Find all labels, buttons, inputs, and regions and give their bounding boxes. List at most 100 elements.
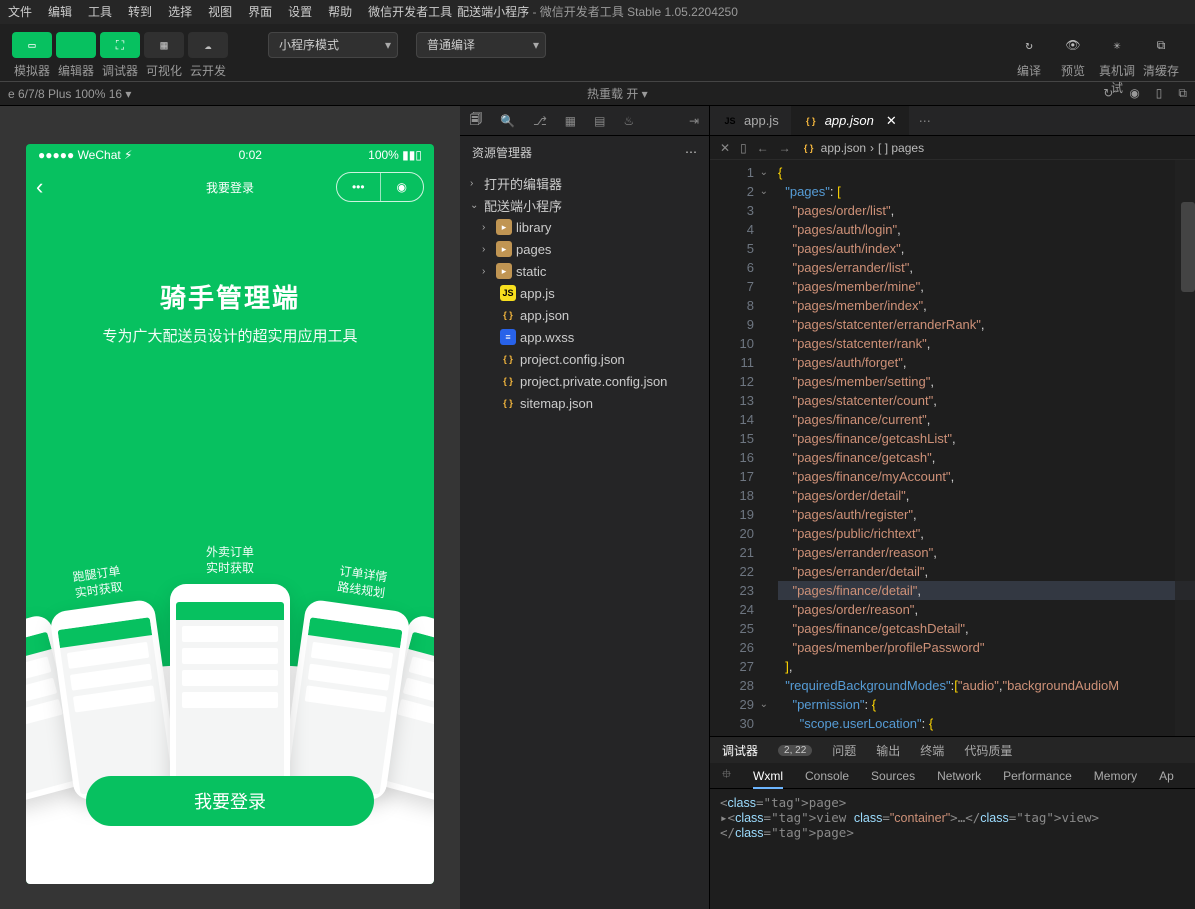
console-tab[interactable]: 问题: [832, 742, 856, 759]
tool-label: 编译: [1009, 62, 1049, 96]
tool-编译[interactable]: ↻: [1009, 32, 1049, 58]
scrollbar[interactable]: [1181, 202, 1195, 292]
more-icon[interactable]: ⋯: [685, 145, 697, 159]
tree-item[interactable]: { }app.json: [460, 304, 709, 326]
tool-清缓存[interactable]: ⧉: [1141, 32, 1181, 58]
devtool-tab[interactable]: Memory: [1094, 769, 1137, 783]
code-area[interactable]: 1⌄2⌄345678910111213141516171819202122232…: [710, 160, 1195, 736]
editor-panel: JSapp.js{ }app.json✕ ⋯ ✕ ▯ ← → { } app.js…: [710, 106, 1195, 909]
debug-icon[interactable]: ▤: [594, 114, 605, 128]
console-tab[interactable]: 输出: [876, 742, 900, 759]
login-button[interactable]: 我要登录: [86, 776, 374, 826]
menu-item[interactable]: 设置: [280, 0, 320, 24]
compile-dropdown[interactable]: 普通编译: [416, 32, 546, 58]
devtool-tab[interactable]: Wxml: [753, 763, 783, 789]
explorer-icon[interactable]: 🗐: [470, 110, 482, 131]
tree-item[interactable]: ›▸pages: [460, 238, 709, 260]
menu-item[interactable]: 文件: [0, 0, 40, 24]
inspect-icon[interactable]: ⯐: [722, 765, 731, 786]
tree-root[interactable]: ⌄配送端小程序: [460, 194, 709, 216]
tree-item[interactable]: ›▸static: [460, 260, 709, 282]
tool-真机调试[interactable]: ✳: [1097, 32, 1137, 58]
tree-item[interactable]: ›▸library: [460, 216, 709, 238]
bookmark-icon[interactable]: ▯: [740, 141, 747, 155]
app-version: - 微信开发者工具 Stable 1.05.2204250: [529, 5, 738, 19]
tab-menu-icon[interactable]: ⋯: [919, 114, 931, 128]
menu-item[interactable]: 微信开发者工具: [360, 0, 460, 24]
menu-item[interactable]: 选择: [160, 0, 200, 24]
editor-tab[interactable]: JSapp.js: [710, 106, 791, 135]
target-icon[interactable]: ◉: [381, 173, 424, 201]
close-panel-icon[interactable]: ✕: [720, 141, 730, 155]
menu-item[interactable]: 编辑: [40, 0, 80, 24]
hero-subtitle: 专为广大配送员设计的超实用应用工具: [26, 325, 434, 346]
app-name: 配送端小程序: [457, 5, 529, 19]
toolbar-left: ▭⛶▦☁ 模拟器编辑器调试器可视化云开发: [12, 32, 228, 79]
console-tab[interactable]: 代码质量: [964, 742, 1012, 759]
tree-item[interactable]: { }project.config.json: [460, 348, 709, 370]
devtool-tab[interactable]: Sources: [871, 769, 915, 783]
root-label: 配送端小程序: [484, 196, 562, 215]
tool-调试器[interactable]: ⛶: [100, 32, 140, 58]
tool-可视化[interactable]: ▦: [144, 32, 184, 58]
close-icon[interactable]: ✕: [886, 113, 897, 129]
tool-label: 云开发: [188, 62, 228, 79]
tool-label: 编辑器: [56, 62, 96, 79]
menu-item[interactable]: 转到: [120, 0, 160, 24]
tree-section[interactable]: ›打开的编辑器: [460, 172, 709, 194]
simulator: ●●●●● WeChat ⚡ 0:02 100% ▮▮▯ ‹ 我要登录 ••• …: [0, 106, 460, 909]
tree-item[interactable]: { }project.private.config.json: [460, 370, 709, 392]
back-icon[interactable]: ‹: [36, 174, 43, 200]
mock-label: 外卖订单实时获取: [170, 544, 290, 576]
nav-back-icon[interactable]: ←: [757, 141, 769, 155]
search-icon[interactable]: 🔍: [500, 114, 515, 128]
mockups: 快速提现账目清晰 跑腿订单实时获取 外卖订单实时获取 订单详情路线规划 个人中心…: [26, 380, 434, 884]
crumb-path[interactable]: [ ] pages: [878, 141, 924, 155]
menu-item[interactable]: 界面: [240, 0, 280, 24]
refresh-icon[interactable]: ↻: [1103, 86, 1113, 101]
wxml-output[interactable]: <class="tag">page>▸<class="tag">view cla…: [710, 789, 1195, 909]
multi-window-icon[interactable]: ⧉: [1178, 86, 1187, 101]
crumb-file[interactable]: app.json: [821, 141, 866, 155]
file-tree: ›打开的编辑器 ⌄配送端小程序 ›▸library›▸pages›▸static…: [460, 168, 709, 418]
record-icon[interactable]: ◉: [1129, 86, 1139, 101]
explorer-title: 资源管理器 ⋯: [460, 136, 709, 168]
device-selector[interactable]: e 6/7/8 Plus 100% 16 ▾: [8, 87, 131, 101]
console-tab[interactable]: 调试器: [722, 742, 758, 759]
devtool-tab[interactable]: Network: [937, 769, 981, 783]
devtool-tab[interactable]: Performance: [1003, 769, 1072, 783]
tool-云开发[interactable]: ☁: [188, 32, 228, 58]
nav-title: 我要登录: [206, 179, 254, 196]
explorer-label: 资源管理器: [472, 144, 532, 161]
nav-fwd-icon[interactable]: →: [779, 141, 791, 155]
fire-icon[interactable]: ♨: [623, 114, 634, 128]
tree-item[interactable]: JSapp.js: [460, 282, 709, 304]
tool-预览[interactable]: 👁: [1053, 32, 1093, 58]
export-icon[interactable]: ⇥: [689, 114, 699, 128]
clock: 0:02: [239, 148, 262, 162]
mode-dropdown[interactable]: 小程序模式: [268, 32, 398, 58]
mock-label: 跑腿订单实时获取: [44, 559, 152, 605]
tree-item[interactable]: { }sitemap.json: [460, 392, 709, 414]
menu-item[interactable]: 帮助: [320, 0, 360, 24]
devtool-tab[interactable]: Ap: [1159, 769, 1174, 783]
tool-label: 调试器: [100, 62, 140, 79]
menu-item[interactable]: 视图: [200, 0, 240, 24]
tree-item[interactable]: ≡app.wxss: [460, 326, 709, 348]
editor-tab[interactable]: { }app.json✕: [791, 106, 909, 135]
tool-label: 预览: [1053, 62, 1093, 96]
json-icon: { }: [801, 140, 817, 156]
tool-编辑器[interactable]: [56, 32, 96, 58]
source-ctrl-icon[interactable]: ⎇: [533, 114, 547, 128]
extensions-icon[interactable]: ▦: [565, 114, 576, 128]
menu-dots-icon[interactable]: •••: [337, 173, 381, 201]
tool-模拟器[interactable]: ▭: [12, 32, 52, 58]
devtools-panel: 调试器2, 22问题输出终端代码质量 ⯐ WxmlConsoleSourcesN…: [710, 736, 1195, 909]
explorer-panel: 🗐 🔍 ⎇ ▦ ▤ ♨ ⇥ 资源管理器 ⋯ ›打开的编辑器 ⌄配送端小程序 ›▸…: [460, 106, 710, 909]
hot-reload-toggle[interactable]: 热重载 开 ▾: [587, 85, 648, 102]
menu-item[interactable]: 工具: [80, 0, 120, 24]
rotate-icon[interactable]: ▯: [1156, 86, 1163, 101]
toolbar: ▭⛶▦☁ 模拟器编辑器调试器可视化云开发 小程序模式 普通编译 ↻👁✳⧉ 编译预…: [0, 24, 1195, 82]
console-tab[interactable]: 终端: [920, 742, 944, 759]
devtool-tab[interactable]: Console: [805, 769, 849, 783]
